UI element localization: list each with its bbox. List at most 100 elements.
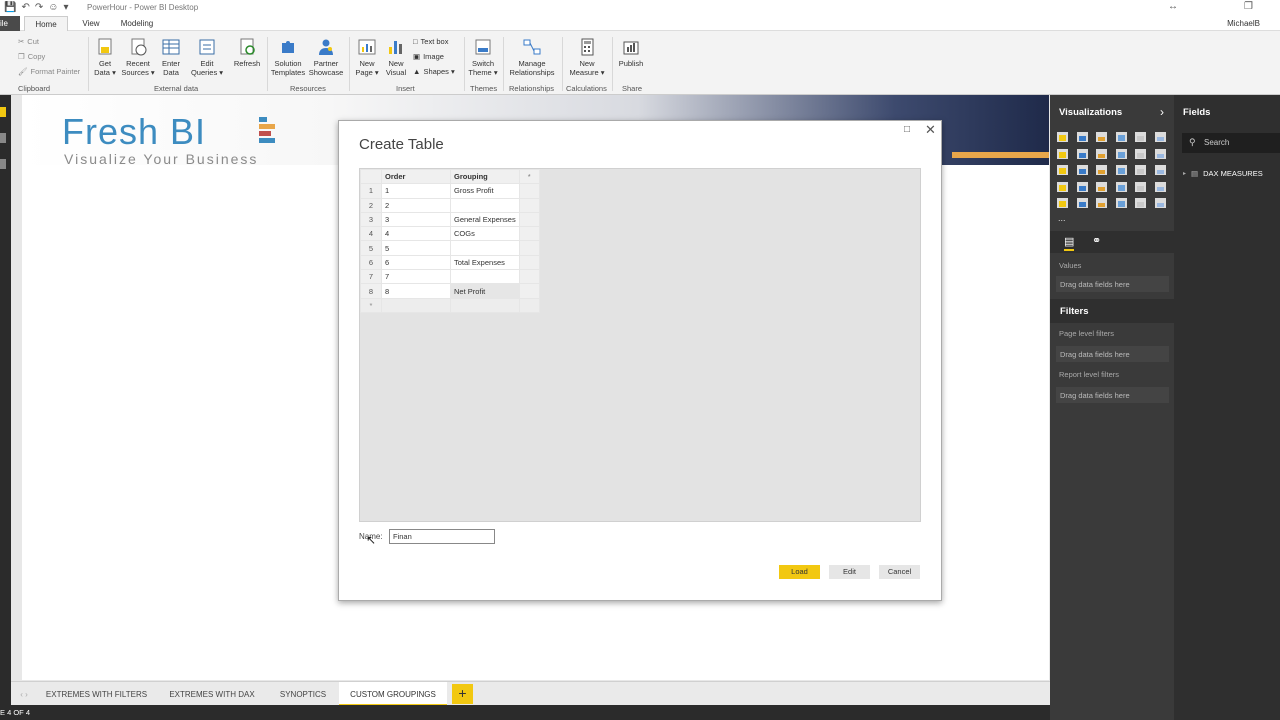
cell-empty-column[interactable] <box>518 211 540 228</box>
line-clustered-icon[interactable] <box>1135 148 1146 159</box>
cell-empty-column[interactable] <box>518 283 540 299</box>
clustered-bar-icon[interactable] <box>1096 132 1107 142</box>
new-measure-button[interactable]: New Measure ▾ <box>567 37 607 77</box>
cell-empty-column[interactable] <box>518 197 540 213</box>
tab-modeling[interactable]: Modeling <box>114 16 160 32</box>
user-name[interactable]: MichaelB <box>1227 19 1260 28</box>
data-view-icon[interactable] <box>0 133 6 143</box>
report-view-icon[interactable] <box>0 107 6 117</box>
kpi-icon[interactable] <box>1154 181 1166 192</box>
close-icon[interactable]: ✕ <box>925 122 936 138</box>
cut-button[interactable]: ✂ Cut <box>18 37 39 46</box>
tab-view[interactable]: View <box>74 16 108 32</box>
fields-search-input[interactable]: ⚲ Search <box>1182 133 1280 153</box>
maximize-icon[interactable]: □ <box>904 124 910 135</box>
arcgis-icon[interactable] <box>1154 198 1166 208</box>
stacked-area-icon[interactable] <box>1096 148 1107 159</box>
tab-file[interactable]: ile <box>0 16 20 31</box>
cell-grouping[interactable] <box>450 197 520 213</box>
publish-button[interactable]: Publish <box>616 37 646 68</box>
100-column-icon[interactable] <box>1154 132 1166 142</box>
stacked-column-icon[interactable] <box>1076 132 1088 142</box>
load-button[interactable]: Load <box>779 565 820 579</box>
funnel-icon[interactable] <box>1076 181 1088 192</box>
cell-grouping[interactable] <box>450 269 520 285</box>
values-drop-well[interactable]: Drag data fields here <box>1056 276 1169 292</box>
cell-order[interactable]: 1 <box>381 183 451 199</box>
paint-roller-icon[interactable]: ⚭ <box>1092 234 1101 247</box>
cell-empty-column[interactable] <box>518 226 540 242</box>
filled-map-icon[interactable] <box>1057 181 1068 192</box>
globe-icon[interactable] <box>1135 198 1146 208</box>
cell-order[interactable]: 8 <box>381 283 451 299</box>
recent-sources-button[interactable]: Recent Sources ▾ <box>121 37 155 77</box>
add-column-header[interactable]: * <box>518 168 540 185</box>
field-table-dax-measures[interactable]: ▸ ▤ DAX MEASURES <box>1183 169 1263 178</box>
r-visual-icon[interactable] <box>1115 198 1127 208</box>
cell-grouping[interactable] <box>450 240 520 256</box>
new-visual-button[interactable]: New Visual <box>383 37 409 77</box>
tab-scroll-arrows[interactable]: ‹ › <box>14 682 34 706</box>
column-header-order[interactable]: Order <box>381 168 451 185</box>
stacked-bar-icon[interactable] <box>1057 132 1068 142</box>
pie-icon[interactable] <box>1096 165 1107 175</box>
multirow-card-icon[interactable] <box>1135 181 1146 192</box>
new-page-button[interactable]: New Page ▾ <box>352 37 382 77</box>
image-button[interactable]: ▣ Image <box>413 52 444 61</box>
restore-arrows-icon[interactable]: ↔ <box>1168 1 1178 12</box>
get-data-button[interactable]: Get Data ▾ <box>92 37 118 77</box>
report-filters-drop-well[interactable]: Drag data fields here <box>1056 387 1169 403</box>
format-painter-button[interactable]: 🖌 Format Painter <box>18 67 80 76</box>
cell-grouping[interactable]: Net Profit <box>450 283 520 299</box>
smiley-icon[interactable]: ☺ <box>48 2 58 13</box>
map-icon[interactable] <box>1154 165 1166 175</box>
column-header-grouping[interactable]: Grouping <box>450 168 520 185</box>
manage-relationships-button[interactable]: Manage Relationships <box>507 37 557 77</box>
solution-templates-button[interactable]: Solution Templates <box>270 37 306 77</box>
relationships-view-icon[interactable] <box>0 159 6 169</box>
cell-order[interactable]: 3 <box>381 211 451 228</box>
new-row-cell[interactable] <box>450 297 520 313</box>
page-tab-extremes-with-dax[interactable]: EXTREMES WITH DAX <box>161 682 263 706</box>
page-tab-extremes-with-filters[interactable]: EXTREMES WITH FILTERS <box>39 682 154 706</box>
cell-order[interactable]: 7 <box>381 269 451 285</box>
fields-well-icon[interactable]: ▤ <box>1064 235 1075 251</box>
copy-button[interactable]: ❐ Copy <box>18 52 45 61</box>
ribbon-icon[interactable] <box>1154 148 1166 159</box>
cell-order[interactable]: 2 <box>381 197 451 213</box>
enter-data-button[interactable]: Enter Data <box>158 37 184 77</box>
cancel-button[interactable]: Cancel <box>879 565 920 579</box>
donut-icon[interactable] <box>1115 165 1127 175</box>
table-icon[interactable] <box>1076 198 1088 208</box>
restore-window-icon[interactable]: ❐ <box>1244 1 1253 12</box>
area-icon[interactable] <box>1076 148 1088 159</box>
collapse-chevron-icon[interactable]: › <box>1160 105 1164 119</box>
treemap-icon[interactable] <box>1135 165 1146 175</box>
scatter-icon[interactable] <box>1076 165 1088 175</box>
cell-empty-column[interactable] <box>518 240 540 256</box>
shapes-button[interactable]: ▲ Shapes ▾ <box>413 67 455 76</box>
customize-icon[interactable]: ▾ <box>63 2 68 13</box>
more-visuals-icon[interactable]: ... <box>1058 213 1066 223</box>
cell-grouping[interactable]: COGs <box>450 226 520 242</box>
card-icon[interactable] <box>1115 181 1127 192</box>
table-name-input[interactable] <box>389 529 495 544</box>
switch-theme-button[interactable]: Switch Theme ▾ <box>467 37 499 77</box>
page-filters-drop-well[interactable]: Drag data fields here <box>1056 346 1169 362</box>
cell-order[interactable]: 4 <box>381 226 451 242</box>
cell-empty-column[interactable] <box>518 254 540 271</box>
cell-grouping[interactable]: Total Expenses <box>450 254 520 271</box>
cell-grouping[interactable]: Gross Profit <box>450 183 520 199</box>
save-icon[interactable]: 💾 <box>4 2 16 13</box>
clustered-column-icon[interactable] <box>1115 132 1127 142</box>
cell-order[interactable]: 6 <box>381 254 451 271</box>
redo-icon[interactable]: ↷ <box>35 2 43 13</box>
cell-order[interactable]: 5 <box>381 240 451 256</box>
line-icon[interactable] <box>1057 148 1068 159</box>
cell-empty-column[interactable] <box>518 183 540 199</box>
tab-home[interactable]: Home <box>24 16 68 32</box>
cell-grouping[interactable]: General Expenses <box>450 211 520 228</box>
add-page-button[interactable]: + <box>452 684 473 704</box>
gauge-icon[interactable] <box>1096 181 1107 192</box>
refresh-button[interactable]: Refresh <box>230 37 264 68</box>
